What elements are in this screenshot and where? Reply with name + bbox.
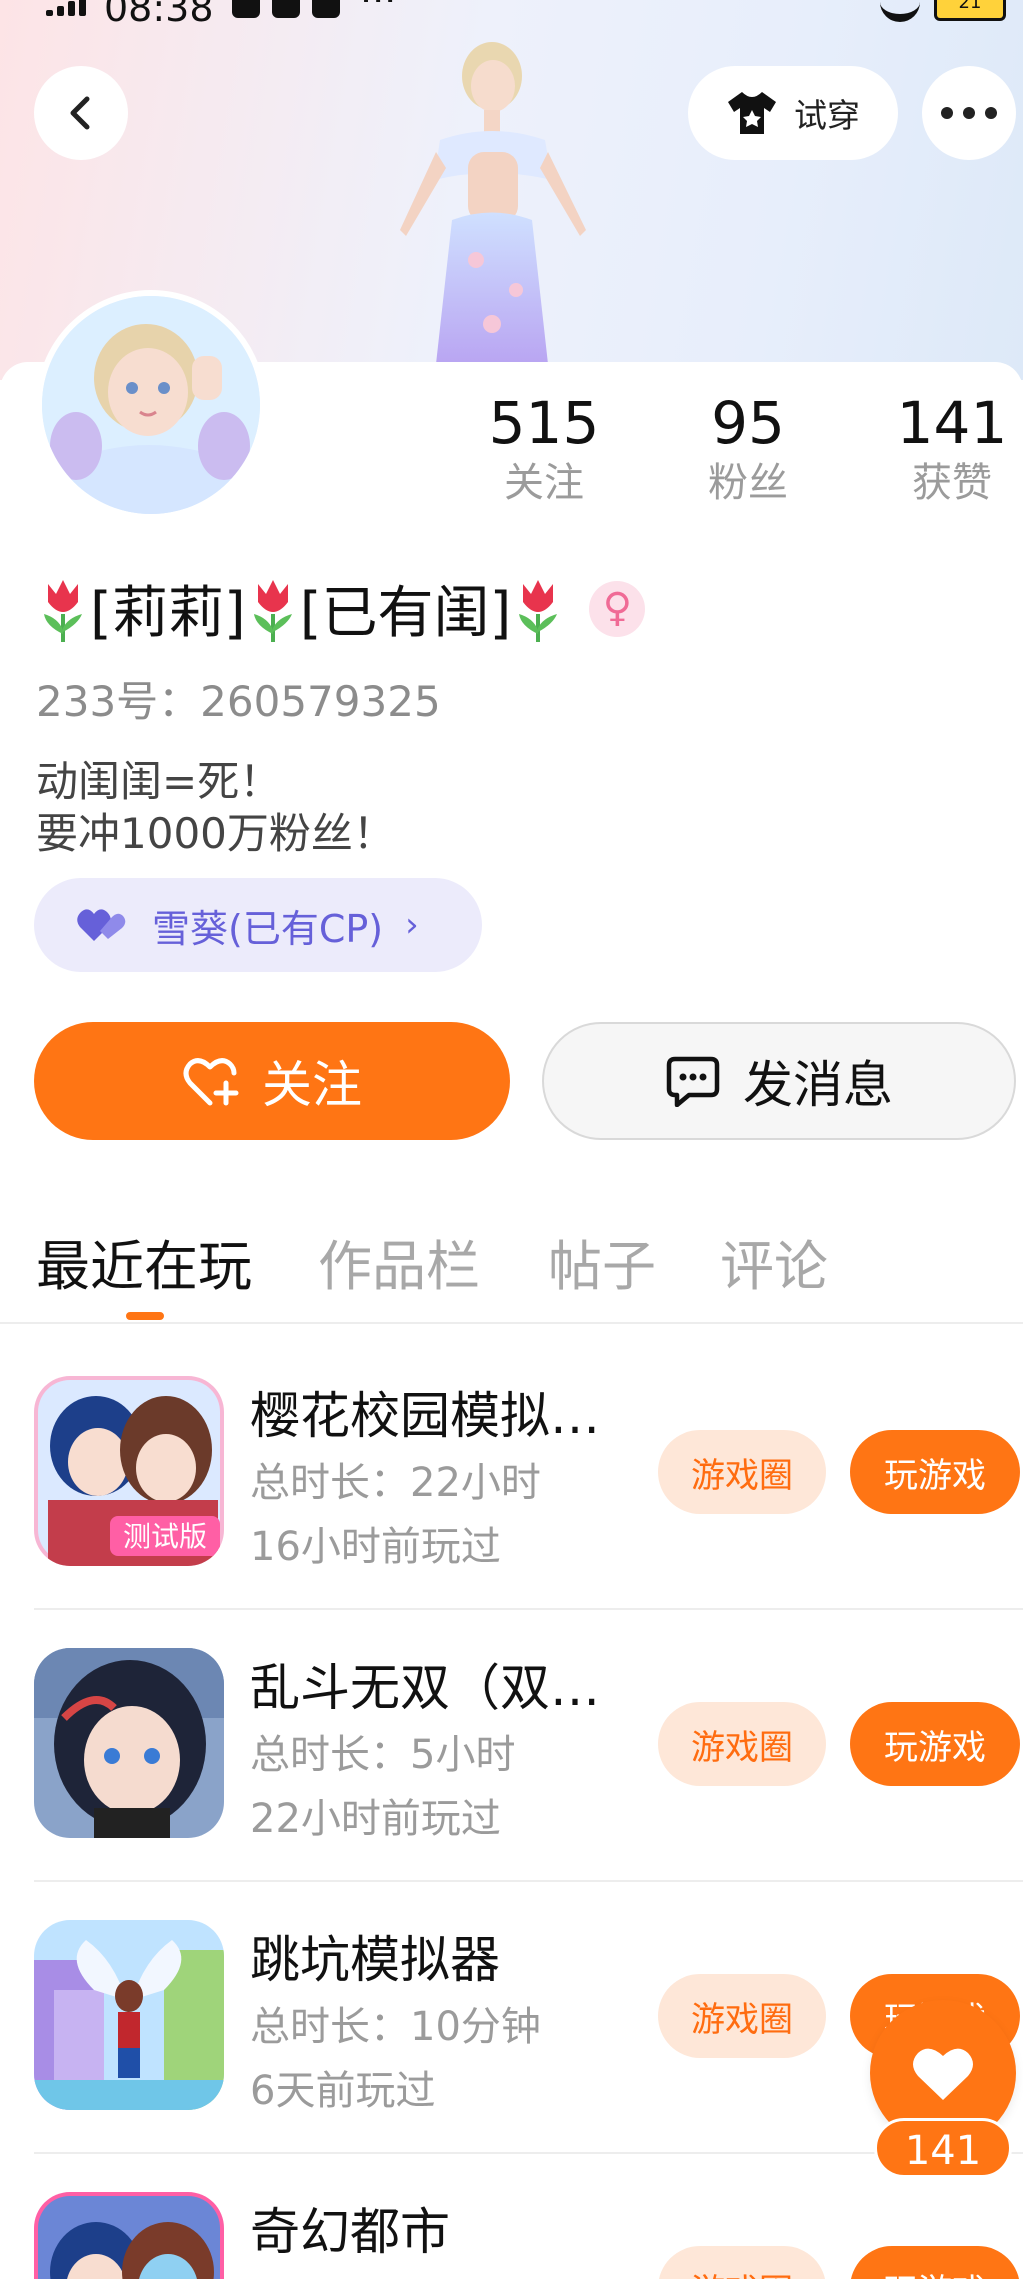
chevron-left-icon (70, 96, 90, 130)
tulip-icon (253, 579, 292, 642)
send-message-button[interactable]: 发消息 (542, 1022, 1016, 1140)
tab-posts[interactable]: 帖子 (548, 1222, 656, 1301)
like-count-badge: 141 (874, 2118, 1012, 2178)
play-game-button[interactable]: 玩游戏 (850, 1430, 1020, 1514)
status-time: 08:38 (104, 0, 214, 30)
chevron-right-icon: › (405, 905, 419, 945)
game-row[interactable]: 乱斗无双（双… 总时长：5小时 22小时前玩过 游戏圈 玩游戏 (0, 1648, 1023, 1842)
game-name: 樱花校园模拟… (250, 1387, 600, 1445)
row-divider (34, 1880, 1023, 1882)
heart-icon (913, 2048, 973, 2100)
cp-partner-tag[interactable]: 雪葵(已有CP) › (34, 878, 482, 972)
follow-button[interactable]: 关注 (34, 1022, 510, 1140)
try-on-label: 试穿 (794, 96, 860, 135)
tab-comments[interactable]: 评论 (720, 1222, 828, 1301)
status-more-indicator: ··· (360, 0, 397, 22)
stat-likes-label: 获赞 (912, 460, 992, 506)
game-circle-button[interactable]: 游戏圈 (658, 1430, 826, 1514)
game-duration: 总时长：5小时 (250, 1732, 516, 1778)
more-options-button[interactable] (922, 66, 1016, 160)
stat-following-label: 关注 (504, 460, 584, 506)
bio-line-2: 要冲1000万粉丝！ (36, 809, 395, 858)
battery-icon: 21 (934, 0, 1006, 21)
stat-likes[interactable]: 141 获赞 (872, 388, 1023, 508)
user-id: 233号：260579325 (36, 677, 441, 726)
tulip-icon (519, 579, 558, 642)
game-name: 跳坑模拟器 (250, 1931, 500, 1989)
tab-recently-played[interactable]: 最近在玩 (36, 1222, 252, 1301)
row-divider (34, 1608, 1023, 1610)
active-tab-indicator (126, 1312, 164, 1320)
character-illustration (400, 42, 586, 364)
game-circle-button[interactable]: 游戏圈 (658, 1974, 826, 2058)
game-circle-button[interactable]: 游戏圈 (658, 2246, 826, 2279)
play-game-button[interactable]: 玩游戏 (850, 1702, 1020, 1786)
avatar[interactable] (36, 290, 266, 520)
back-button[interactable] (34, 66, 128, 160)
double-heart-icon (77, 909, 126, 941)
follow-label: 关注 (262, 1056, 362, 1114)
game-last-played: 16小时前玩过 (250, 1524, 501, 1570)
stat-followers[interactable]: 95 粉丝 (668, 388, 828, 508)
cp-partner-label: 雪葵(已有CP) (152, 906, 384, 951)
game-icon-sakura-school: 测试版 (34, 1376, 224, 1566)
nickname: [莉莉] [已有闺] ♀ (36, 568, 646, 649)
battery-level: 21 (958, 0, 982, 13)
game-icon-badge: 测试版 (123, 1520, 207, 1553)
play-game-button[interactable]: 玩游戏 (850, 2246, 1020, 2279)
status-notification-icons (232, 0, 352, 22)
nickname-part-1: [莉莉] (90, 581, 246, 646)
game-circle-button[interactable]: 游戏圈 (658, 1702, 826, 1786)
game-name: 奇幻都市 (250, 2203, 450, 2261)
game-icon-jump-pit (34, 1920, 224, 2110)
chat-bubble-icon (666, 1056, 720, 1107)
stat-following-value: 515 (488, 389, 600, 457)
game-last-played: 6天前玩过 (250, 2068, 436, 2114)
stat-likes-value: 141 (896, 389, 1008, 457)
game-row[interactable]: 测试版 樱花校园模拟… 总时长：22小时 16小时前玩过 游戏圈 玩游戏 (0, 1376, 1023, 1570)
avatar-image (42, 296, 260, 514)
game-last-played: 22小时前玩过 (250, 1796, 501, 1842)
stat-following[interactable]: 515 关注 (464, 388, 624, 508)
nickname-part-2: [已有闺] (299, 581, 512, 646)
tulip-icon (44, 579, 82, 642)
game-icon-brawl (34, 1648, 224, 1838)
female-gender-icon: ♀ (589, 580, 646, 637)
game-row[interactable]: 奇幻都市 游戏圈 玩游戏 (0, 2192, 1023, 2279)
send-message-label: 发消息 (743, 1056, 893, 1114)
heart-plus-icon (183, 1058, 239, 1106)
game-name: 乱斗无双（双… (250, 1659, 600, 1717)
more-dots-icon (936, 104, 1002, 123)
tabs-divider (0, 1322, 1023, 1324)
game-duration: 总时长：22小时 (250, 1460, 541, 1506)
tab-works[interactable]: 作品栏 (318, 1222, 480, 1301)
tshirt-icon (728, 92, 776, 134)
stat-followers-label: 粉丝 (708, 460, 788, 506)
signal-icon (46, 0, 90, 16)
stat-followers-value: 95 (711, 389, 785, 457)
game-duration: 总时长：10分钟 (250, 2004, 541, 2050)
try-on-button[interactable]: 试穿 (688, 66, 898, 160)
game-icon-fantasy-city (34, 2192, 224, 2279)
